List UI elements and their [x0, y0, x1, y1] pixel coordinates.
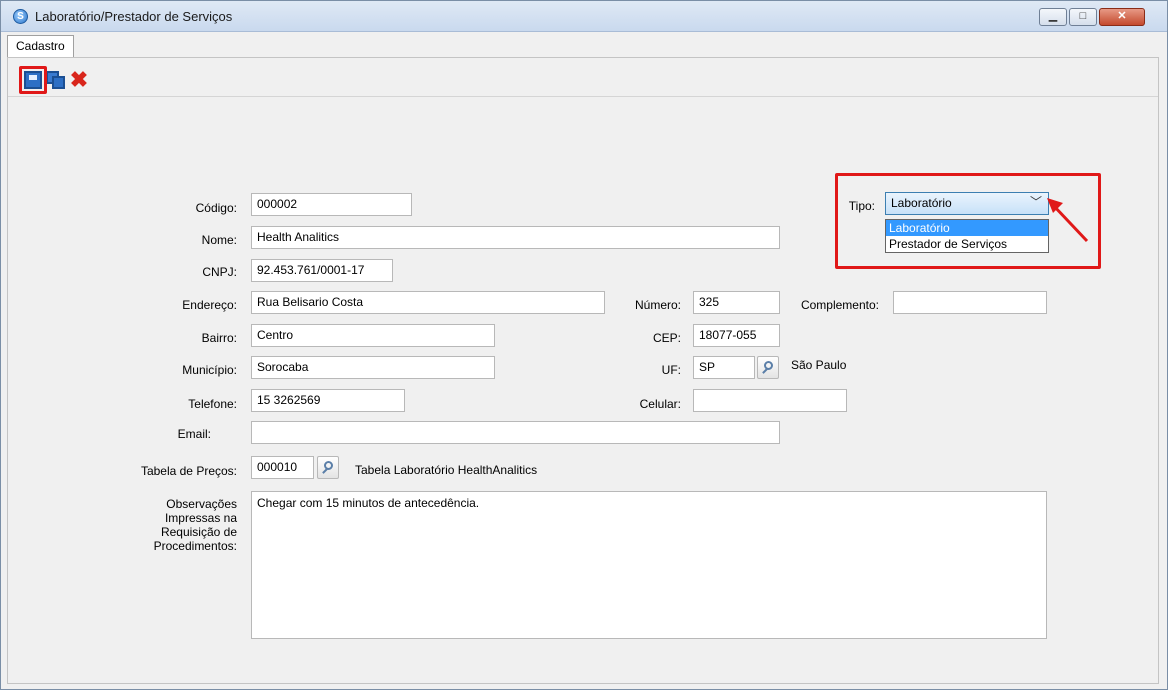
uf-field[interactable]: SP [693, 356, 755, 379]
municipio-field[interactable]: Sorocaba [251, 356, 495, 379]
tab-cadastro[interactable]: Cadastro [7, 35, 74, 57]
tab-strip: Cadastro [7, 35, 1159, 57]
endereco-field[interactable]: Rua Belisario Costa [251, 291, 605, 314]
observacoes-label: Observações Impressas na Requisição de P… [101, 497, 237, 553]
nome-label: Nome: [201, 233, 237, 247]
celular-label: Celular: [639, 397, 681, 411]
title-bar: S Laboratório/Prestador de Serviços ▁ □ … [1, 1, 1167, 32]
window-title: Laboratório/Prestador de Serviços [35, 9, 233, 24]
cnpj-label: CNPJ: [202, 265, 237, 279]
celular-field[interactable] [693, 389, 847, 412]
bairro-field[interactable]: Centro [251, 324, 495, 347]
uf-lookup-button[interactable] [757, 356, 779, 379]
minimize-button[interactable]: ▁ [1039, 8, 1067, 26]
observacoes-label-line-1: Observações [166, 497, 237, 511]
uf-description: São Paulo [791, 358, 847, 372]
toolbar: ✖ [8, 58, 1158, 97]
pointer-arrow-icon [1047, 198, 1089, 243]
tabela-precos-description: Tabela Laboratório HealthAnalitics [355, 463, 538, 477]
telefone-label: Telefone: [188, 397, 237, 411]
tabela-precos-label: Tabela de Preços: [140, 464, 237, 478]
observacoes-textarea[interactable]: Chegar com 15 minutos de antecedência. [251, 491, 1047, 639]
close-button[interactable]: ✕ [1099, 8, 1145, 26]
codigo-label: Código: [195, 201, 237, 215]
telefone-field[interactable]: 15 3262569 [251, 389, 405, 412]
email-field[interactable] [251, 421, 780, 444]
app-logo-icon: S [13, 9, 28, 24]
tabela-precos-field[interactable]: 000010 [251, 456, 314, 479]
observacoes-label-line-3: Requisição de [160, 525, 237, 539]
bairro-label: Bairro: [201, 331, 237, 345]
uf-label: UF: [661, 363, 681, 377]
cep-field[interactable]: 18077-055 [693, 324, 780, 347]
save-as-icon[interactable] [46, 71, 66, 89]
cep-label: CEP: [652, 331, 681, 345]
nome-field[interactable]: Health Analitics [251, 226, 780, 249]
maximize-button[interactable]: □ [1069, 8, 1097, 26]
observacoes-label-line-2: Impressas na [164, 511, 237, 525]
municipio-label: Município: [182, 363, 237, 377]
cnpj-field[interactable]: 92.453.761/0001-17 [251, 259, 393, 282]
numero-label: Número: [634, 298, 681, 312]
observacoes-label-line-4: Procedimentos: [153, 539, 237, 553]
numero-field[interactable]: 325 [693, 291, 780, 314]
codigo-field[interactable]: 000002 [251, 193, 412, 216]
app-window: S Laboratório/Prestador de Serviços ▁ □ … [0, 0, 1168, 690]
save-highlight-box [19, 66, 47, 94]
tabela-precos-lookup-button[interactable] [317, 456, 339, 479]
endereco-label: Endereço: [182, 298, 237, 312]
cancel-icon[interactable]: ✖ [68, 69, 90, 91]
complemento-field[interactable] [893, 291, 1047, 314]
complemento-label: Complemento: [800, 298, 879, 312]
email-label: Email: [177, 427, 211, 441]
